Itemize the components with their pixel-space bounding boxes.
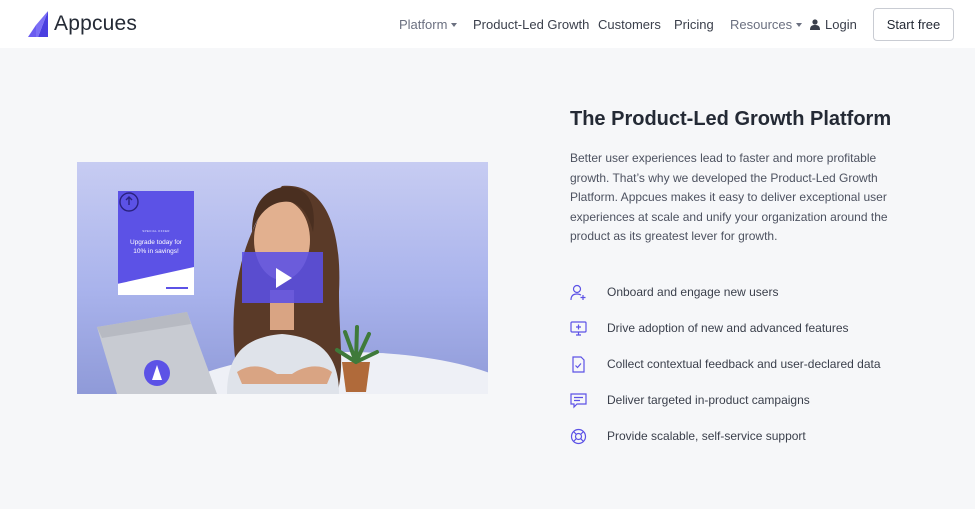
feature-item: Drive adoption of new and advanced featu… <box>570 318 930 338</box>
feature-text: Drive adoption of new and advanced featu… <box>607 321 849 335</box>
feature-text: Collect contextual feedback and user-dec… <box>607 357 881 371</box>
nav-resources-label: Resources <box>730 17 793 32</box>
nav-pricing[interactable]: Pricing <box>674 17 714 32</box>
feature-text: Deliver targeted in-product campaigns <box>607 393 810 407</box>
nav-login-label: Login <box>825 17 857 32</box>
feature-item: Onboard and engage new users <box>570 282 930 302</box>
nav-platform-label: Platform <box>399 17 448 32</box>
top-header: Appcues Platform Product-Led Growth Cust… <box>0 0 975 48</box>
feature-item: Provide scalable, self-service support <box>570 426 930 446</box>
document-check-icon <box>572 355 585 373</box>
nav-product-led-growth[interactable]: Product-Led Growth <box>473 17 589 32</box>
appcues-logo[interactable]: Appcues <box>28 11 137 37</box>
offer-text: Upgrade today for 10% in savings! <box>129 239 183 255</box>
chevron-down-icon <box>796 22 803 27</box>
nav-login[interactable]: Login <box>810 17 857 32</box>
page-title: The Product-Led Growth Platform <box>570 108 892 130</box>
chevron-down-icon <box>451 22 458 27</box>
appcues-logo-icon <box>28 11 48 37</box>
start-free-button[interactable]: Start free <box>873 8 954 41</box>
nav-platform[interactable]: Platform <box>399 17 458 32</box>
feature-text: Provide scalable, self-service support <box>607 429 806 443</box>
monitor-plus-icon <box>570 320 587 336</box>
special-offer-card: SPECIAL OFFER Upgrade today for 10% in s… <box>118 191 194 295</box>
nav-customers[interactable]: Customers <box>598 17 661 32</box>
feature-item: Deliver targeted in-product campaigns <box>570 390 930 410</box>
offer-small-label: SPECIAL OFFER <box>142 229 170 233</box>
play-icon <box>276 267 292 288</box>
lifebuoy-icon <box>570 428 587 444</box>
offer-card-footer <box>118 267 194 295</box>
video-player[interactable]: SPECIAL OFFER Upgrade today for 10% in s… <box>77 162 488 394</box>
user-plus-icon <box>570 284 586 300</box>
feature-text: Onboard and engage new users <box>607 285 779 299</box>
feature-item: Collect contextual feedback and user-dec… <box>570 354 930 374</box>
chat-message-icon <box>570 392 587 408</box>
offer-badge-icon <box>119 192 139 212</box>
brand-name: Appcues <box>54 12 138 35</box>
user-icon <box>810 19 820 31</box>
nav-resources[interactable]: Resources <box>730 17 803 32</box>
play-button[interactable] <box>242 252 323 303</box>
offer-card-divider <box>166 287 188 289</box>
hero-description: Better user experiences lead to faster a… <box>570 151 888 243</box>
